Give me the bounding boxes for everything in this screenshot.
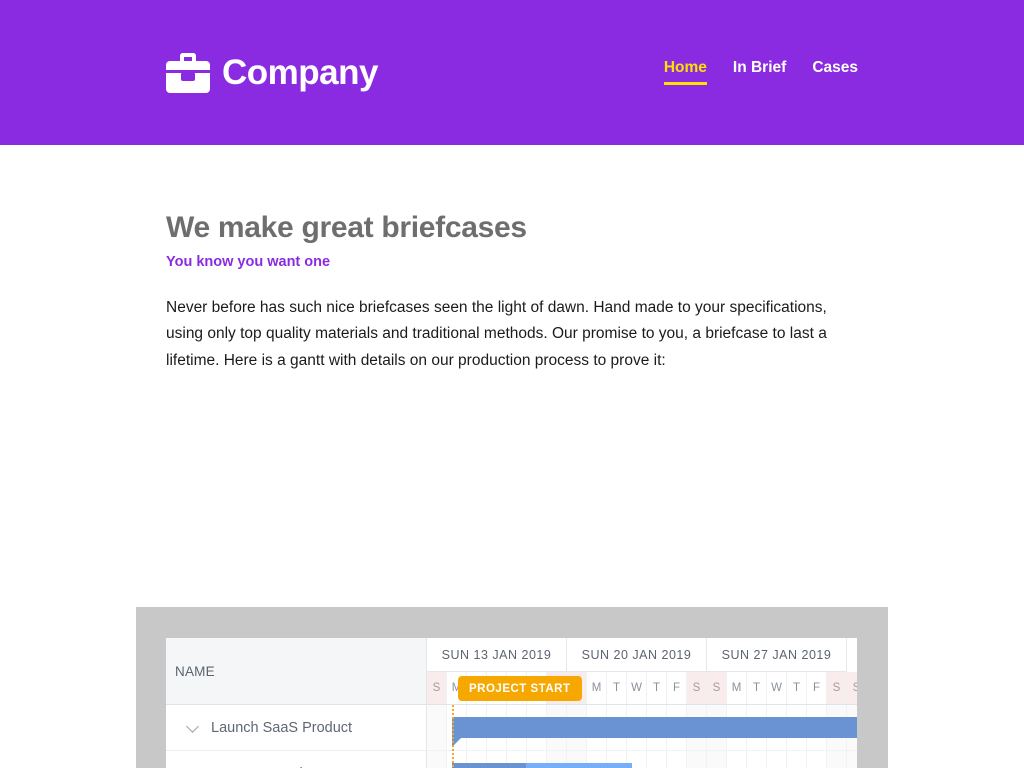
site-header: Company Home In Brief Cases (0, 0, 1024, 145)
column-header-name: NAME (175, 663, 215, 679)
brand-logo-link[interactable]: Company (166, 52, 378, 93)
gantt-bar-progress (452, 763, 526, 768)
timeline-day-label: S (687, 672, 707, 704)
timeline-day-label: S (847, 672, 857, 704)
timeline-day-label: S (427, 672, 447, 704)
timeline-day-label: T (787, 672, 807, 704)
gantt-chart[interactable]: NAME Launch SaaS Product Setup web server… (166, 638, 857, 768)
timeline-body[interactable] (427, 705, 857, 768)
chevron-down-icon[interactable] (187, 721, 200, 734)
briefcase-icon (166, 52, 210, 93)
main-content: We make great briefcases You know you wa… (0, 211, 1024, 768)
task-row[interactable]: Setup web server (166, 751, 426, 768)
page-body-text: Never before has such nice briefcases se… (166, 298, 827, 369)
gantt-timeline-panel[interactable]: SUN 13 JAN 2019 SUN 20 JAN 2019 SUN 27 JAN… (427, 638, 857, 768)
timeline-day-label: F (807, 672, 827, 704)
brand-name: Company (222, 53, 378, 92)
gantt-summary-bar[interactable] (452, 717, 857, 747)
timeline-day-label: F (667, 672, 687, 704)
timeline-week-label: SUN 20 JAN 2019 (567, 638, 707, 672)
nav-item-in-brief[interactable]: In Brief (733, 60, 786, 85)
timeline-day-label: W (767, 672, 787, 704)
project-start-line (452, 705, 454, 768)
gantt-bar-remaining (526, 763, 632, 768)
gantt-container: NAME Launch SaaS Product Setup web server… (136, 607, 888, 768)
timeline-day-label: S (707, 672, 727, 704)
gantt-name-panel: NAME Launch SaaS Product Setup web server… (166, 638, 427, 768)
task-row[interactable]: Launch SaaS Product (166, 705, 426, 751)
timeline-day-label: T (607, 672, 627, 704)
task-name-label: Launch SaaS Product (211, 719, 353, 736)
header-inner: Company Home In Brief Cases (166, 0, 858, 145)
timeline-week-headers: SUN 13 JAN 2019 SUN 20 JAN 2019 SUN 27 JAN… (427, 638, 857, 672)
nav-item-cases[interactable]: Cases (812, 60, 858, 85)
page-title: We make great briefcases (166, 211, 527, 244)
page-subtitle: You know you want one (166, 253, 331, 270)
gantt-bar-progress (452, 717, 857, 738)
timeline-week-label: SUN 27 JAN 2019 (707, 638, 847, 672)
nav-item-home[interactable]: Home (663, 60, 707, 85)
timeline-day-label: T (747, 672, 767, 704)
gantt-name-header: NAME (166, 638, 426, 705)
timeline-day-label: W (627, 672, 647, 704)
gantt-summary-bar[interactable] (452, 763, 632, 768)
main-navigation: Home In Brief Cases (663, 60, 858, 85)
project-start-badge[interactable]: PROJECT START (458, 676, 582, 701)
timeline-day-label: M (727, 672, 747, 704)
timeline-day-label: M (587, 672, 607, 704)
timeline-day-label: T (647, 672, 667, 704)
timeline-week-label: SUN 13 JAN 2019 (427, 638, 567, 672)
timeline-day-label: S (827, 672, 847, 704)
gantt-task-list: Launch SaaS ProductSetup web serverInsta… (166, 705, 426, 768)
